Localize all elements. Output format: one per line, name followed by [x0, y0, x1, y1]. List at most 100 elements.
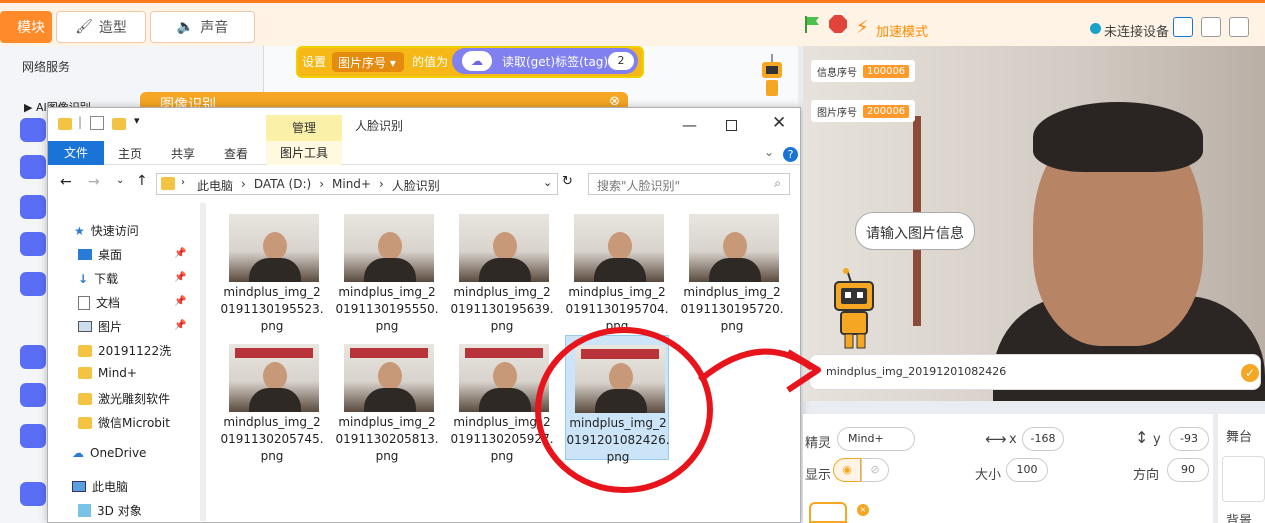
ribbon-tab-picture-tools[interactable]: 图片工具 [266, 141, 342, 165]
chevron-down-icon[interactable]: ⌄ [764, 145, 774, 159]
eye-slash-icon[interactable]: ⊘ [861, 458, 889, 482]
lightning-icon[interactable]: ⚡ [856, 17, 869, 38]
up-arrow-icon[interactable]: ↑ [136, 173, 148, 189]
ribbon-tab-share[interactable]: 共享 [171, 145, 195, 162]
nav-downloads[interactable]: ↓ 下载 [78, 270, 118, 287]
tab-sound[interactable]: 🔈 声音 [150, 11, 255, 43]
breadcrumb-item[interactable]: 此电脑 [197, 177, 233, 194]
pin-icon[interactable]: 📌 [174, 272, 186, 283]
nav-folder[interactable]: 微信Microbit [78, 414, 170, 431]
pin-icon[interactable]: 📌 [174, 248, 186, 259]
block-icon[interactable] [20, 482, 46, 506]
nav-pictures[interactable]: 图片 [78, 318, 122, 335]
tab-manage[interactable]: 管理 [266, 115, 342, 141]
tab-blocks[interactable]: 模块 [0, 11, 52, 43]
variable-dropdown[interactable]: 图片序号 ▾ [332, 52, 404, 72]
cube-icon [78, 504, 91, 517]
size-input[interactable]: 100 [1006, 458, 1048, 482]
ribbon-tab-view[interactable]: 查看 [224, 145, 248, 162]
nav-folder[interactable]: Mind+ [78, 366, 137, 380]
ribbon-tab-file[interactable]: 文件 [48, 141, 104, 165]
stage[interactable]: 信息序号 100006 图片序号 200006 请输入图片信息 mindplus_i… [803, 46, 1265, 401]
chevron-down-icon[interactable]: ▾ [134, 114, 140, 127]
breadcrumb-item[interactable]: 人脸识别 [392, 177, 440, 194]
file-explorer-window[interactable]: | ▾ 管理 人脸识别 — ✕ 文件 主页 共享 查看 图片工具 ⌄ ? ← →… [47, 107, 801, 523]
breadcrumb-item[interactable]: DATA (D:) [254, 177, 311, 194]
delete-icon[interactable]: × [857, 504, 869, 516]
nav-desktop[interactable]: 桌面 [78, 246, 122, 263]
help-icon[interactable]: ? [783, 147, 798, 162]
y-input[interactable]: -93 [1169, 427, 1209, 451]
green-flag-icon[interactable] [803, 14, 823, 34]
connection-status[interactable]: 未连接设备 [1104, 21, 1169, 40]
direction-input[interactable]: 90 [1167, 458, 1209, 482]
nav-3d-objects[interactable]: 3D 对象 [78, 502, 142, 519]
nav-documents[interactable]: 文档 [78, 294, 120, 311]
answer-input[interactable]: mindplus_img_20191201082426 [809, 354, 1261, 390]
turbo-mode-label[interactable]: 加速模式 [876, 21, 928, 40]
tag-number-input[interactable]: 2 [608, 52, 634, 70]
chevron-right-icon[interactable]: › [379, 177, 384, 194]
back-arrow-icon[interactable]: ← [60, 174, 72, 190]
variable-monitor[interactable]: 图片序号 200006 [811, 100, 916, 122]
file-item[interactable]: mindplus_img_20191130205745.png [220, 335, 324, 463]
minimize-icon[interactable]: — [682, 116, 697, 134]
search-icon[interactable]: ⌕ [774, 176, 781, 191]
block-icon[interactable] [20, 345, 46, 369]
small-stage-icon[interactable] [1173, 17, 1193, 37]
breadcrumb-item[interactable]: Mind+ [332, 177, 371, 194]
tab-costume[interactable]: 🖌 造型 [56, 11, 146, 43]
nav-this-pc[interactable]: 此电脑 [72, 478, 128, 495]
address-bar[interactable]: › 此电脑 › DATA (D:) › Mind+ › 人脸识别 ⌄ [156, 173, 558, 195]
block-icon[interactable] [20, 272, 46, 296]
chevron-right-icon[interactable]: › [319, 177, 324, 194]
block-icon[interactable] [20, 155, 46, 179]
sprite-name-input[interactable]: Mind+ [837, 427, 915, 451]
x-input[interactable]: -168 [1022, 427, 1064, 451]
pin-icon[interactable]: 📌 [174, 320, 186, 331]
normal-stage-icon[interactable] [1201, 17, 1221, 37]
nav-scrollbar[interactable] [200, 203, 206, 521]
variable-monitor[interactable]: 信息序号 100006 [811, 60, 916, 82]
chevron-down-icon[interactable]: ⌄ [543, 176, 552, 189]
block-icon[interactable] [20, 424, 46, 448]
close-icon[interactable]: ✕ [772, 113, 786, 133]
stage-thumbnail[interactable] [1222, 456, 1265, 502]
file-item-selected[interactable]: mindplus_img_20191201082426.png [565, 335, 670, 464]
eye-icon[interactable]: ◉ [833, 458, 861, 482]
file-item[interactable]: mindplus_img_20191130205927.png [450, 335, 554, 463]
file-item[interactable]: mindplus_img_20191130205813.png [335, 335, 439, 463]
search-input[interactable]: 搜索"人脸识别" ⌕ [588, 173, 790, 195]
pin-icon[interactable]: 📌 [174, 296, 186, 307]
nav-onedrive[interactable]: ☁ OneDrive [72, 446, 146, 460]
forward-arrow-icon[interactable]: → [88, 174, 100, 190]
chevron-right-icon[interactable]: › [181, 177, 185, 188]
file-item[interactable]: mindplus_img_20191130195523.png [220, 205, 324, 333]
block-icon[interactable] [20, 118, 46, 142]
category-network-service[interactable]: 网络服务 [22, 58, 70, 75]
block-icon[interactable] [20, 195, 46, 219]
chevron-right-icon[interactable]: › [241, 177, 246, 194]
chevron-down-icon[interactable]: ⌄ [116, 175, 124, 186]
ribbon-tab-home[interactable]: 主页 [118, 145, 142, 162]
sprite-thumbnail[interactable] [809, 502, 847, 523]
block-icon[interactable] [20, 232, 46, 256]
file-item[interactable]: mindplus_img_20191130195639.png [450, 205, 554, 333]
refresh-icon[interactable]: ↻ [562, 174, 573, 189]
file-item[interactable]: mindplus_img_20191130195550.png [335, 205, 439, 333]
block-icon[interactable] [20, 383, 46, 407]
maximize-icon[interactable] [726, 120, 737, 131]
fullscreen-icon[interactable] [1229, 17, 1249, 37]
stop-icon[interactable] [829, 15, 847, 33]
nav-quick-access[interactable]: ★ 快速访问 [74, 222, 139, 239]
nav-folder[interactable]: 激光雕刻软件 [78, 390, 170, 407]
tab-blocks-label: 模块 [17, 20, 45, 36]
nav-folder[interactable]: 20191122洗 [78, 342, 171, 359]
check-icon[interactable]: ✓ [1241, 364, 1259, 382]
new-folder-icon[interactable] [112, 118, 126, 130]
properties-icon[interactable] [90, 116, 104, 130]
mind-plus-robot-sprite[interactable] [829, 268, 879, 356]
file-item[interactable]: mindplus_img_20191130195720.png [680, 205, 784, 333]
file-item[interactable]: mindplus_img_20191130195704.png [565, 205, 669, 333]
explorer-titlebar[interactable]: | ▾ 管理 人脸识别 — ✕ [48, 108, 800, 141]
